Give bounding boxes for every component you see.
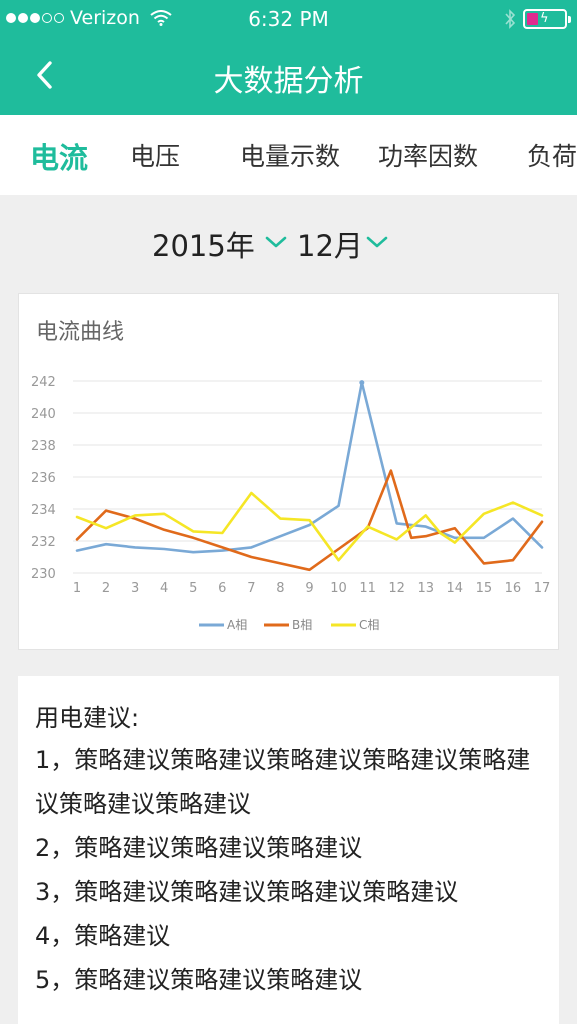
tab-load[interactable]: 负荷 <box>527 137 577 173</box>
bluetooth-icon <box>505 9 516 29</box>
status-right: ϟ <box>503 9 571 29</box>
x-tick-label: 2 <box>102 581 110 596</box>
x-tick-label: 17 <box>534 581 551 596</box>
y-tick-label: 240 <box>31 407 56 422</box>
chevron-down-icon[interactable] <box>265 235 287 249</box>
advice-item: 1，策略建议策略建议策略建议策略建议策略建议策略建议策略建议 <box>35 746 531 818</box>
x-tick-label: 6 <box>218 581 226 596</box>
x-tick-label: 12 <box>388 581 405 596</box>
peak-point <box>359 380 365 386</box>
y-tick-label: 230 <box>31 567 56 582</box>
legend-label: C相 <box>359 618 379 632</box>
status-bar: Verizon 6:32 PM ϟ <box>0 0 577 38</box>
advice-title: 用电建议: <box>35 704 140 732</box>
legend-label: A相 <box>227 618 247 632</box>
tab-meter-reading[interactable]: 电量示数 <box>240 137 340 173</box>
x-tick-label: 4 <box>160 581 168 596</box>
x-tick-label: 11 <box>359 581 376 596</box>
current-line-chart: 2302322342362382402421 2 3 4 5 6 7 8 9 10 11 12 13 14… <box>31 375 551 632</box>
x-tick-label: 9 <box>305 581 313 596</box>
advice-item: 2，策略建议策略建议策略建议 <box>35 834 363 862</box>
legend-label: B相 <box>292 618 312 632</box>
tab-voltage[interactable]: 电压 <box>130 137 180 173</box>
tab-power-factor[interactable]: 功率因数 <box>378 137 478 173</box>
month-select[interactable]: 12月 <box>297 223 363 265</box>
chevron-down-icon[interactable] <box>366 235 388 249</box>
x-tick-label: 3 <box>131 581 139 596</box>
x-tick-label: 8 <box>276 581 284 596</box>
advice-list: 1，策略建议策略建议策略建议策略建议策略建议策略建议策略建议 2，策略建议策略建… <box>35 738 545 1002</box>
x-tick-label: 7 <box>247 581 255 596</box>
advice-card: 用电建议: 1，策略建议策略建议策略建议策略建议策略建议策略建议策略建议 2，策… <box>18 676 559 1024</box>
date-selector: 2015年 12月 <box>0 215 577 270</box>
y-tick-label: 236 <box>31 471 56 486</box>
charging-bolt-icon: ϟ <box>540 11 549 26</box>
x-tick-label: 10 <box>330 581 347 596</box>
x-tick-label: 13 <box>417 581 434 596</box>
y-tick-label: 238 <box>31 439 56 454</box>
x-tick-label: 14 <box>447 581 464 596</box>
x-tick-label: 15 <box>476 581 493 596</box>
nav-bar: 大数据分析 <box>0 38 577 115</box>
x-tick-label: 5 <box>189 581 197 596</box>
advice-item: 3，策略建议策略建议策略建议策略建议 <box>35 878 459 906</box>
x-tick-label: 16 <box>505 581 522 596</box>
advice-item: 5，策略建议策略建议策略建议 <box>35 966 363 994</box>
x-tick-label: 1 <box>73 581 81 596</box>
advice-item: 4，策略建议 <box>35 922 171 950</box>
year-select[interactable]: 2015年 <box>152 223 255 265</box>
y-tick-label: 242 <box>31 375 56 390</box>
category-tabs: 电流 电压 电量示数 功率因数 负荷 <box>0 115 577 195</box>
y-tick-label: 234 <box>31 503 56 518</box>
tab-current[interactable]: 电流 <box>30 135 88 177</box>
page-title: 大数据分析 <box>213 64 364 99</box>
battery-level <box>527 13 538 25</box>
y-tick-label: 232 <box>31 535 56 550</box>
current-chart-card: 电流曲线 230 232 234 236 238 240 242 1 2 3 4 5 6 7 8 9 10 11 1… <box>18 293 559 650</box>
status-time: 6:32 PM <box>248 7 329 31</box>
battery-icon: ϟ <box>523 9 571 29</box>
